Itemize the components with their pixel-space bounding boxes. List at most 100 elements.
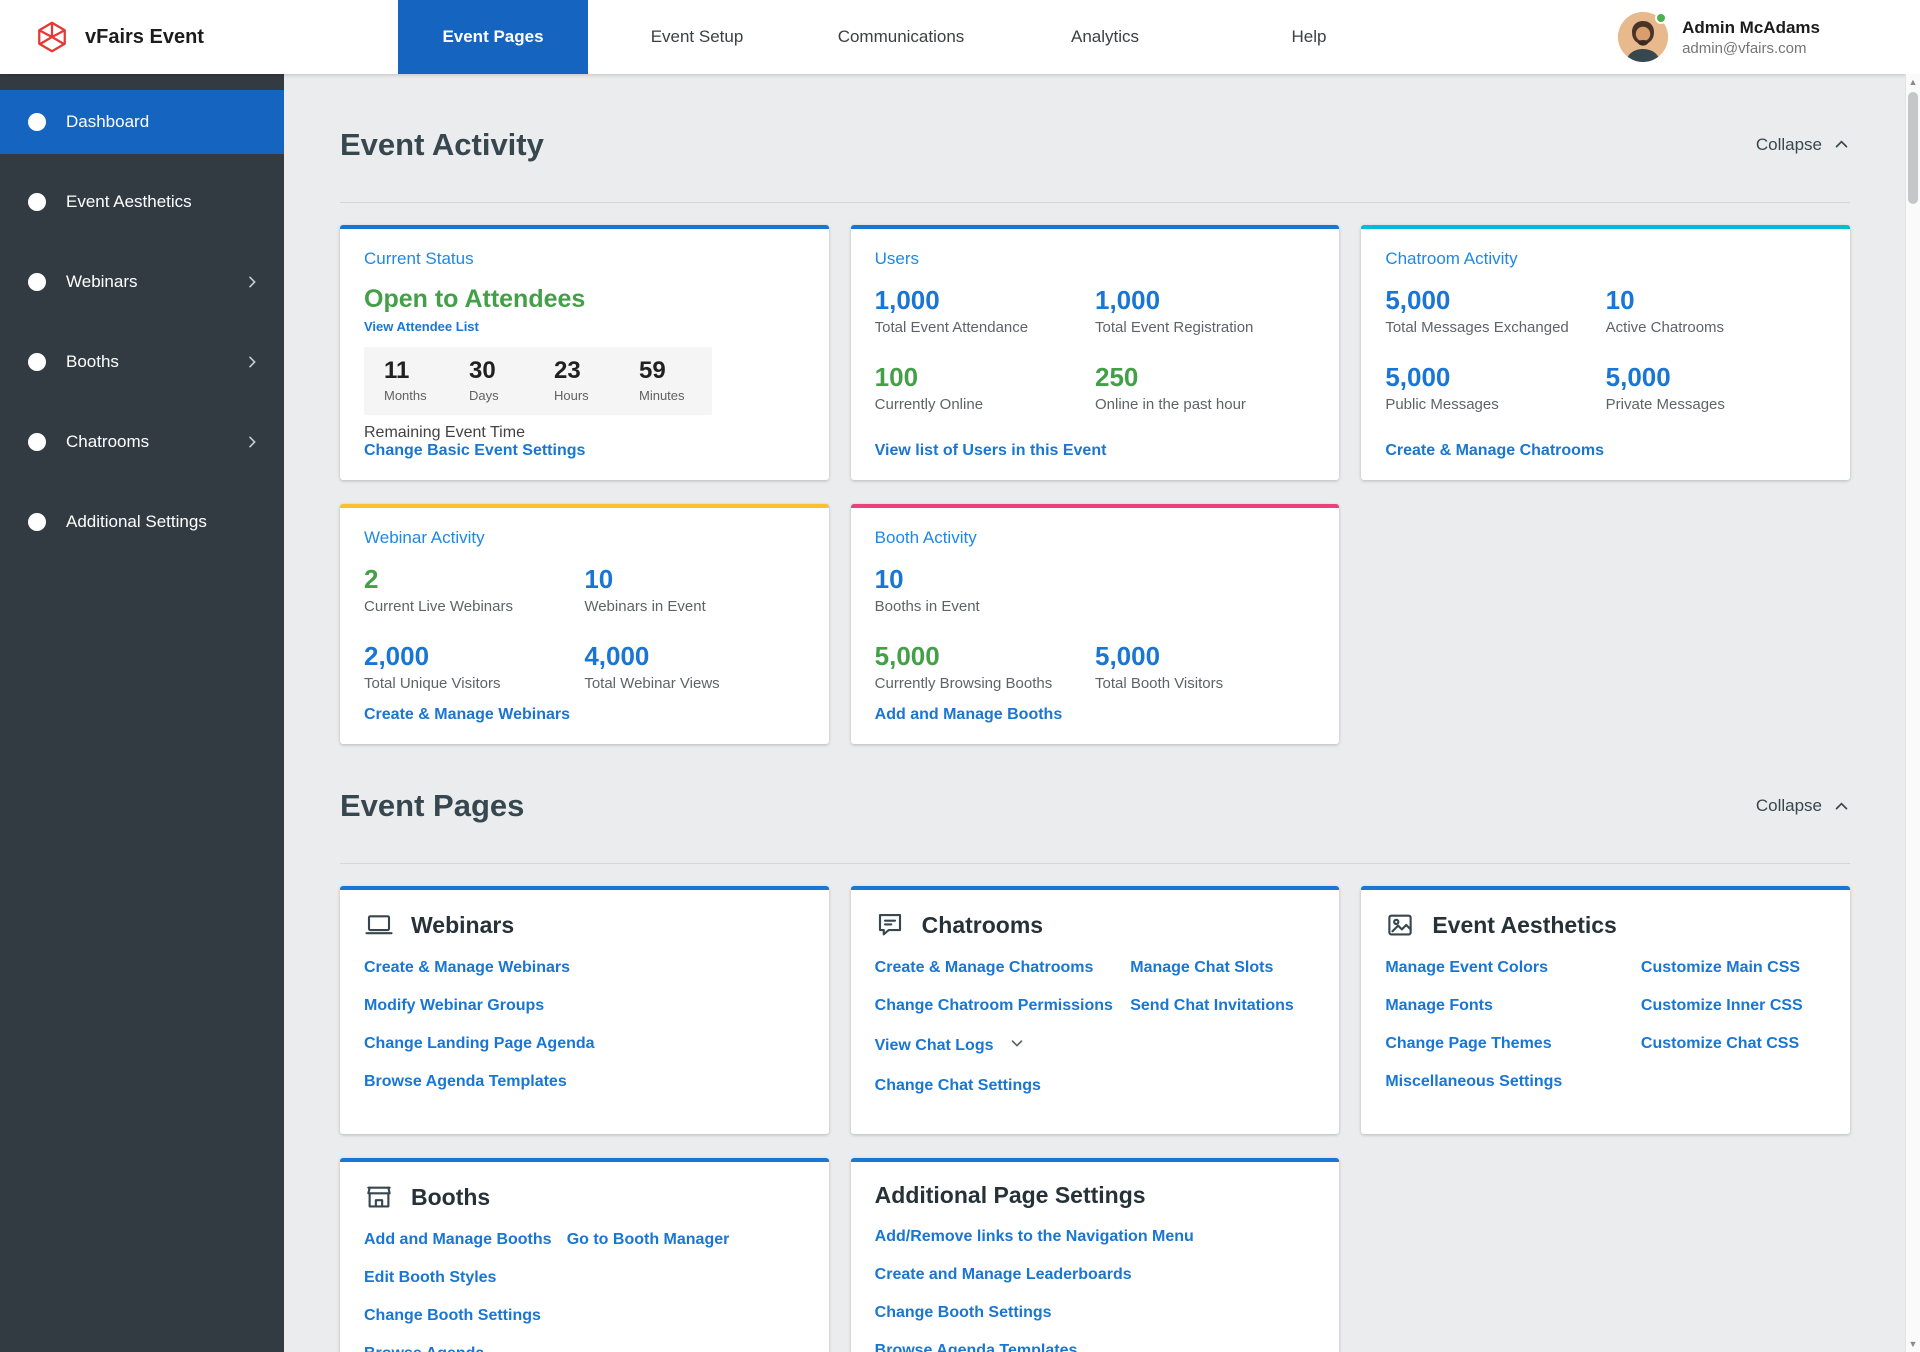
view-chat-logs-link[interactable]: View Chat Logs [875,1037,994,1054]
stat-value: 5,000 [1385,285,1605,316]
send-chat-invitations-link[interactable]: Send Chat Invitations [1130,997,1294,1014]
miscellaneous-settings-link[interactable]: Miscellaneous Settings [1385,1073,1562,1090]
change-chat-settings-link[interactable]: Change Chat Settings [875,1077,1041,1094]
stat-value: 1,000 [875,285,1095,316]
brand: vFairs Event [0,19,284,55]
stat: 5,000 Total Booth Visitors [1095,641,1315,692]
stat-label: Current Live Webinars [364,598,584,615]
tab-communications[interactable]: Communications [806,0,996,74]
stat: 4,000 Total Webinar Views [584,641,804,692]
change-booth-settings-link[interactable]: Change Booth Settings [364,1307,541,1324]
topbar: vFairs Event Event Pages Event Setup Com… [0,0,1920,74]
modify-webinar-groups-link[interactable]: Modify Webinar Groups [364,997,544,1014]
countdown-unit: Hours [554,388,623,403]
collapse-event-activity-button[interactable]: Collapse [1756,135,1850,155]
customize-main-css-link[interactable]: Customize Main CSS [1641,959,1800,976]
sidebar-item-label: Chatrooms [66,432,244,452]
browse-agenda-templates-link[interactable]: Browse Agenda Templates [364,1345,484,1352]
create-manage-chatrooms-link[interactable]: Create & Manage Chatrooms [875,959,1094,976]
card-title: Users [875,249,1316,269]
edit-booth-styles-link[interactable]: Edit Booth Styles [364,1269,496,1286]
create-manage-webinars-link[interactable]: Create & Manage Webinars [364,706,805,724]
customize-inner-css-link[interactable]: Customize Inner CSS [1641,997,1803,1014]
avatar[interactable] [1618,12,1668,62]
sidebar-item-label: Event Aesthetics [66,192,260,212]
dashboard-icon [28,113,46,131]
add-manage-booths-link[interactable]: Add and Manage Booths [364,1231,552,1248]
manage-event-colors-link[interactable]: Manage Event Colors [1385,959,1548,976]
aesthetics-links-col-2: Customize Main CSS Customize Inner CSS C… [1641,958,1826,1110]
create-manage-leaderboards-link[interactable]: Create and Manage Leaderboards [875,1266,1132,1283]
stat-value: 1,000 [1095,285,1315,316]
stat: 5,000 Public Messages [1385,362,1605,413]
stat: 10 Booths in Event [875,564,1095,615]
stat: 5,000 Currently Browsing Booths [875,641,1095,692]
view-attendee-list-link[interactable]: View Attendee List [364,319,805,334]
user-name: Admin McAdams [1682,17,1820,39]
section-divider [340,863,1850,864]
stat: 1,000 Total Event Attendance [875,285,1095,336]
tab-help[interactable]: Help [1214,0,1404,74]
scroll-down-icon[interactable]: ▼ [1906,1336,1920,1352]
section-title-event-activity: Event Activity [340,127,544,163]
browse-agenda-templates-link[interactable]: Browse Agenda Templates [364,1073,567,1090]
manage-chat-slots-link[interactable]: Manage Chat Slots [1130,959,1273,976]
sidebar-item-chatrooms[interactable]: Chatrooms [0,410,284,474]
sidebar-item-additional-settings[interactable]: Additional Settings [0,490,284,554]
customize-chat-css-link[interactable]: Customize Chat CSS [1641,1035,1799,1052]
chatroom-stats: 5,000 Total Messages Exchanged 10 Active… [1385,285,1826,413]
stat-label: Private Messages [1606,396,1826,413]
chatrooms-icon [28,433,46,451]
stat-label: Currently Online [875,396,1095,413]
activity-cards-row-2: Webinar Activity 2 Current Live Webinars… [340,504,1850,744]
sidebar-item-label: Webinars [66,272,244,292]
chatrooms-links-col-1: Create & Manage Chatrooms Change Chatroo… [875,958,1131,1114]
stat-label: Total Messages Exchanged [1385,319,1605,336]
stat-label: Currently Browsing Booths [875,675,1095,692]
tab-event-setup[interactable]: Event Setup [602,0,792,74]
additional-settings-icon [28,513,46,531]
change-page-themes-link[interactable]: Change Page Themes [1385,1035,1551,1052]
sidebar: Dashboard Event Aesthetics Webinars Boot… [0,74,284,1352]
card-title: Webinar Activity [364,528,805,548]
chevron-down-icon[interactable] [1008,1039,1026,1056]
scrollbar-thumb[interactable] [1908,92,1918,204]
scrollbar[interactable]: ▲ ▼ [1905,74,1920,1352]
scroll-up-icon[interactable]: ▲ [1906,74,1920,90]
sidebar-item-webinars[interactable]: Webinars [0,250,284,314]
create-manage-webinars-link[interactable]: Create & Manage Webinars [364,959,570,976]
collapse-event-pages-button[interactable]: Collapse [1756,796,1850,816]
countdown-cell: 30 Days [453,357,538,403]
additional-page-settings-card: Additional Page Settings Add/Remove link… [851,1158,1340,1352]
add-manage-booths-link[interactable]: Add and Manage Booths [875,706,1316,724]
tab-event-pages[interactable]: Event Pages [398,0,588,74]
empty-grid-cell [1361,504,1850,744]
manage-fonts-link[interactable]: Manage Fonts [1385,997,1493,1014]
booths-page-card: Booths Add and Manage Booths Edit Booth … [340,1158,829,1352]
change-landing-page-agenda-link[interactable]: Change Landing Page Agenda [364,1035,595,1052]
browse-agenda-templates-link[interactable]: Browse Agenda Templates [875,1342,1078,1352]
stat: 100 Currently Online [875,362,1095,413]
collapse-label: Collapse [1756,796,1822,816]
sidebar-item-booths[interactable]: Booths [0,330,284,394]
activity-cards-row-1: Current Status Open to Attendees View At… [340,225,1850,480]
go-to-booth-manager-link[interactable]: Go to Booth Manager [567,1231,730,1248]
change-booth-settings-link[interactable]: Change Booth Settings [875,1304,1052,1321]
card-header: Webinars [364,910,805,940]
aesthetics-links-col-1: Manage Event Colors Manage Fonts Change … [1385,958,1641,1110]
add-remove-nav-links-link[interactable]: Add/Remove links to the Navigation Menu [875,1228,1194,1245]
card-header: Booths [364,1182,805,1212]
view-users-list-link[interactable]: View list of Users in this Event [875,442,1316,460]
countdown-unit: Minutes [639,388,708,403]
sidebar-item-dashboard[interactable]: Dashboard [0,90,284,154]
change-basic-event-settings-link[interactable]: Change Basic Event Settings [364,442,805,460]
stat: 10 Webinars in Event [584,564,804,615]
tab-analytics[interactable]: Analytics [1010,0,1200,74]
countdown-cell: 23 Hours [538,357,623,403]
change-chatroom-permissions-link[interactable]: Change Chatroom Permissions [875,997,1113,1014]
card-title: Event Aesthetics [1432,912,1617,939]
user-menu[interactable]: Admin McAdams admin@vfairs.com [1618,0,1820,74]
stat-value: 10 [1606,285,1826,316]
sidebar-item-event-aesthetics[interactable]: Event Aesthetics [0,170,284,234]
create-manage-chatrooms-link[interactable]: Create & Manage Chatrooms [1385,442,1826,460]
